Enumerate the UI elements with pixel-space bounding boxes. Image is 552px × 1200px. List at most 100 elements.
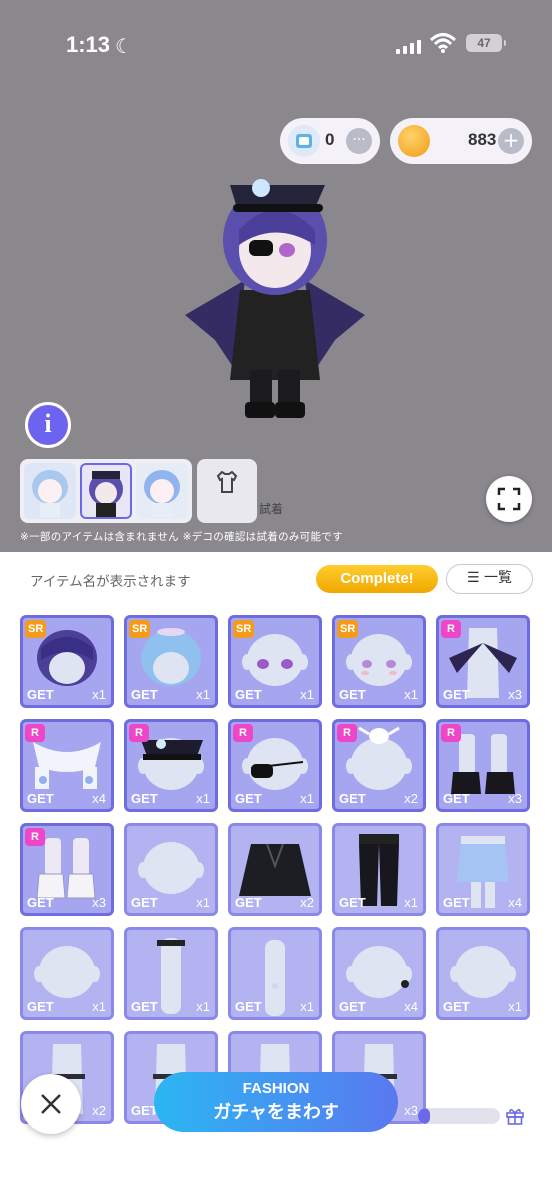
item-card[interactable]: GET x1 (124, 823, 218, 916)
list-label: 一覧 (484, 570, 512, 586)
item-card[interactable]: R GET x1 (124, 719, 218, 812)
item-card[interactable]: GET x1 (20, 927, 114, 1020)
item-count: x1 (196, 999, 210, 1014)
close-icon (41, 1094, 61, 1114)
item-count: x3 (404, 1103, 418, 1118)
rarity-badge: R (337, 724, 357, 742)
fullscreen-button[interactable] (486, 476, 532, 522)
gacha-button[interactable]: FASHION ガチャをまわす (154, 1072, 398, 1132)
outfit-slot-1[interactable] (24, 463, 76, 519)
item-card[interactable]: R GET x3 (20, 823, 114, 916)
item-card[interactable]: GET x4 (436, 823, 530, 916)
item-card[interactable]: GET x1 (228, 927, 322, 1020)
item-count: x1 (404, 895, 418, 910)
item-card[interactable]: GET x1 (436, 927, 530, 1020)
get-label: GET (443, 999, 470, 1014)
get-label: GET (443, 687, 470, 702)
get-label: GET (131, 791, 158, 806)
moon-icon: ☾ (115, 34, 133, 58)
item-count: x4 (508, 895, 522, 910)
shirt-icon (216, 470, 238, 493)
get-label: GET (235, 791, 262, 806)
item-count: x4 (404, 999, 418, 1014)
gacha-label-1: FASHION (242, 1080, 310, 1097)
avatar-character (185, 179, 365, 418)
item-card[interactable]: GET x1 (332, 823, 426, 916)
outfit-slot-3[interactable] (136, 463, 188, 519)
item-card[interactable]: SR GET x1 (332, 615, 426, 708)
list-button[interactable]: ☰ 一覧 (446, 564, 533, 594)
item-card[interactable]: R GET x4 (20, 719, 114, 812)
get-label: GET (27, 999, 54, 1014)
gacha-progress-fill (418, 1108, 431, 1124)
get-label: GET (27, 895, 54, 910)
try-on-button[interactable]: 試着 (197, 459, 283, 523)
item-count: x1 (300, 999, 314, 1014)
item-card[interactable]: GET x1 (124, 927, 218, 1020)
item-count: x1 (92, 999, 106, 1014)
item-name-hint: アイテム名が表示されます (30, 574, 191, 590)
add-coin-button[interactable]: + (498, 128, 524, 154)
close-button[interactable] (21, 1074, 81, 1134)
gift-icon[interactable] (505, 1106, 525, 1126)
get-label: GET (131, 687, 158, 702)
rarity-badge: R (129, 724, 149, 742)
item-count: x3 (508, 687, 522, 702)
info-button[interactable]: i (25, 402, 71, 448)
get-label: GET (339, 791, 366, 806)
rarity-badge: R (441, 620, 461, 638)
item-count: x3 (508, 791, 522, 806)
rarity-badge: R (233, 724, 253, 742)
rarity-badge: SR (129, 620, 151, 638)
get-label: GET (27, 687, 54, 702)
item-card[interactable]: SR GET x1 (20, 615, 114, 708)
get-label: GET (443, 791, 470, 806)
get-label: GET (131, 999, 158, 1014)
item-count: x1 (404, 687, 418, 702)
coin-icon (398, 125, 430, 157)
item-count: x3 (92, 895, 106, 910)
list-icon: ☰ (466, 570, 484, 586)
get-label: GET (131, 895, 158, 910)
item-card[interactable]: R GET x3 (436, 719, 530, 812)
item-count: x2 (92, 1103, 106, 1118)
item-count: x1 (196, 895, 210, 910)
item-card[interactable]: R GET x1 (228, 719, 322, 812)
complete-button[interactable]: Complete! (316, 565, 438, 593)
item-count: x1 (196, 791, 210, 806)
get-label: GET (339, 895, 366, 910)
outfit-slot-2[interactable] (80, 463, 132, 519)
item-card[interactable]: GET x2 (228, 823, 322, 916)
notice-text: ※一部のアイテムは含まれません ※デコの確認は試着のみ可能です (20, 531, 343, 543)
get-label: GET (339, 999, 366, 1014)
gacha-label-2: ガチャをまわす (213, 1102, 339, 1123)
signal-icon (396, 38, 421, 54)
item-count: x1 (196, 687, 210, 702)
item-card[interactable]: R GET x3 (436, 615, 530, 708)
item-count: x2 (404, 791, 418, 806)
preview-area: 1:13 ☾ 47 0 ··· 883 + i 試着 ※一部のアイテムは含まれま… (0, 0, 552, 552)
item-count: x1 (300, 687, 314, 702)
get-label: GET (235, 999, 262, 1014)
gacha-progress-bar (418, 1108, 500, 1124)
status-bar: 1:13 ☾ 47 (0, 30, 552, 64)
item-card[interactable]: SR GET x1 (124, 615, 218, 708)
item-count: x1 (92, 687, 106, 702)
item-panel: アイテム名が表示されます Complete! ☰ 一覧 SR GET x1 SR GET… (0, 552, 552, 1200)
coin-counter: 883 + (390, 118, 532, 164)
rarity-badge: R (441, 724, 461, 742)
rarity-badge: SR (337, 620, 359, 638)
expand-icon (497, 487, 521, 511)
item-card[interactable]: R GET x2 (332, 719, 426, 812)
item-card[interactable]: SR GET x1 (228, 615, 322, 708)
item-count: x4 (92, 791, 106, 806)
get-label: GET (27, 791, 54, 806)
battery-icon: 47 (466, 34, 506, 52)
outfit-slots (20, 459, 192, 523)
item-count: x2 (300, 895, 314, 910)
rarity-badge: R (25, 724, 45, 742)
item-card[interactable]: GET x4 (332, 927, 426, 1020)
try-on-label: 試着 (258, 502, 283, 516)
get-label: GET (235, 687, 262, 702)
coin-value: 883 (468, 130, 497, 149)
